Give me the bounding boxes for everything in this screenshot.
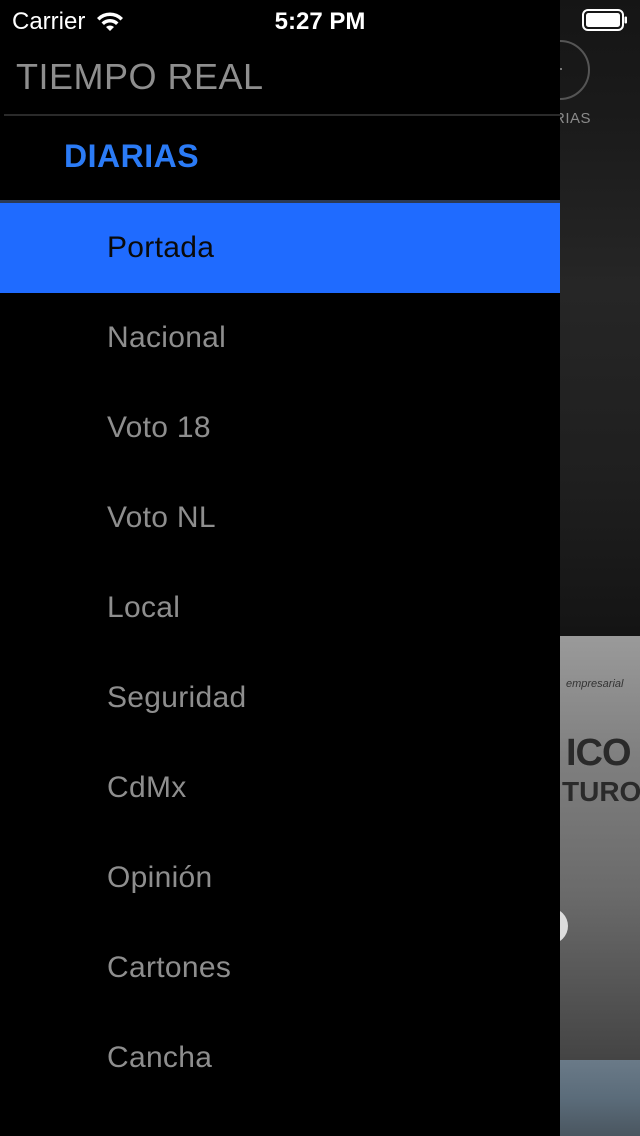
article-image-subtext: TURO: [562, 776, 640, 807]
scroll-indicator: [560, 908, 568, 944]
status-bar: Carrier 5:27 PM: [0, 0, 640, 40]
drawer-header[interactable]: TIEMPO REAL: [16, 56, 264, 98]
menu-item-voto-18[interactable]: Voto 18: [0, 383, 560, 473]
main-content-partial-label: RIAS: [560, 110, 592, 127]
menu-item-opinion[interactable]: Opinión: [0, 833, 560, 923]
menu-item-seguridad[interactable]: Seguridad: [0, 653, 560, 743]
menu-item-label: Cancha: [107, 1041, 213, 1074]
section-title-diarias[interactable]: DIARIAS: [64, 138, 199, 175]
menu-list: Portada Nacional Voto 18 Voto NL Local Seguri…: [0, 203, 560, 1103]
main-content-top-image: RIAS: [560, 0, 640, 636]
article-image-text: ICO: [566, 732, 632, 774]
menu-item-cartones[interactable]: Cartones: [0, 923, 560, 1013]
clock: 5:27 PM: [274, 8, 366, 35]
main-content-bottom-image: [560, 1060, 640, 1136]
main-content-article-image: empresarial ICO TURO: [560, 636, 640, 1060]
menu-item-label: Nacional: [107, 321, 227, 354]
menu-item-local[interactable]: Local: [0, 563, 560, 653]
menu-item-voto-nl[interactable]: Voto NL: [0, 473, 560, 563]
article-image-caption: empresarial: [566, 678, 624, 690]
menu-item-label: CdMx: [107, 771, 187, 804]
menu-item-nacional[interactable]: Nacional: [0, 293, 560, 383]
battery-icon: [582, 9, 628, 31]
main-content-peek[interactable]: RIAS empresarial ICO TURO: [560, 0, 640, 1136]
menu-item-label: Voto 18: [107, 411, 211, 444]
menu-item-cdmx[interactable]: CdMx: [0, 743, 560, 833]
menu-item-label: Seguridad: [107, 681, 247, 714]
menu-item-cancha[interactable]: Cancha: [0, 1013, 560, 1103]
menu-item-label: Local: [107, 591, 181, 624]
menu-item-label: Opinión: [107, 861, 213, 894]
menu-circle-icon: [560, 40, 590, 100]
header-divider: [4, 114, 560, 116]
side-drawer: TIEMPO REAL DIARIAS Portada Nacional Voto …: [0, 0, 560, 1136]
menu-item-label: Portada: [107, 231, 215, 264]
menu-item-label: Cartones: [107, 951, 232, 984]
menu-item-label: Voto NL: [107, 501, 216, 534]
menu-item-portada[interactable]: Portada: [0, 203, 560, 293]
screen: RIAS empresarial ICO TURO Carrier 5:27 P…: [0, 0, 640, 1136]
